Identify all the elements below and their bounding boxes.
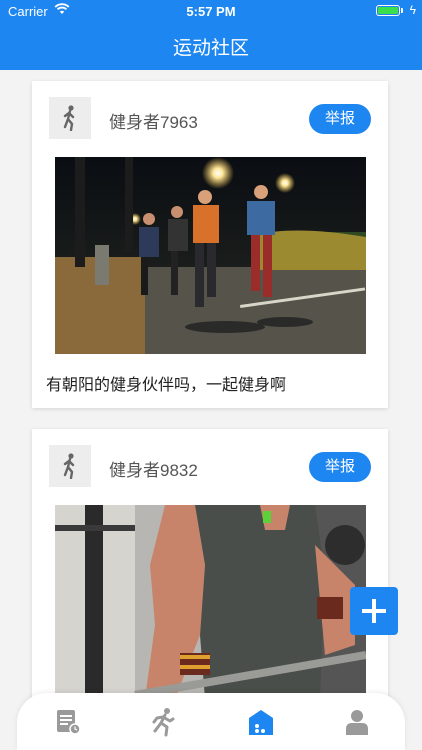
runner-avatar-icon (63, 453, 75, 479)
status-bar: Carrier 5:57 PM ϟ (0, 0, 422, 22)
plus-icon-vertical (372, 599, 376, 623)
tab-records[interactable] (53, 707, 83, 737)
profile-icon (346, 710, 368, 735)
runner-avatar-icon (63, 105, 75, 131)
post-card[interactable]: 健身者9832 举报 (32, 429, 388, 699)
post-photo[interactable] (55, 157, 366, 354)
charging-icon: ϟ (409, 3, 416, 17)
report-button[interactable]: 举报 (309, 452, 371, 482)
community-icon (249, 710, 273, 735)
report-button[interactable]: 举报 (309, 104, 371, 134)
runner-icon (152, 708, 175, 737)
battery-tip (401, 8, 403, 13)
post-caption: 有朝阳的健身伙伴吗，一起健身啊 (46, 377, 287, 394)
status-time: 5:57 PM (186, 4, 236, 19)
page-title: 运动社区 (172, 38, 249, 59)
post-card[interactable]: 健身者7963 举报 有朝阳的健身伙伴吗，一起健身啊 (32, 81, 388, 408)
battery-icon (376, 5, 400, 16)
post-username: 健身者9832 (109, 461, 198, 480)
post-photo[interactable] (55, 505, 366, 699)
top-bar: Carrier 5:57 PM ϟ 运动社区 (0, 0, 422, 70)
list-icon (57, 710, 81, 735)
tab-profile[interactable] (342, 707, 372, 737)
add-post-button[interactable] (350, 587, 398, 635)
avatar[interactable] (49, 97, 91, 139)
tab-community[interactable] (246, 707, 276, 737)
post-username: 健身者7963 (109, 113, 198, 132)
tab-exercise[interactable] (148, 707, 178, 737)
tab-bar (17, 693, 405, 750)
avatar[interactable] (49, 445, 91, 487)
